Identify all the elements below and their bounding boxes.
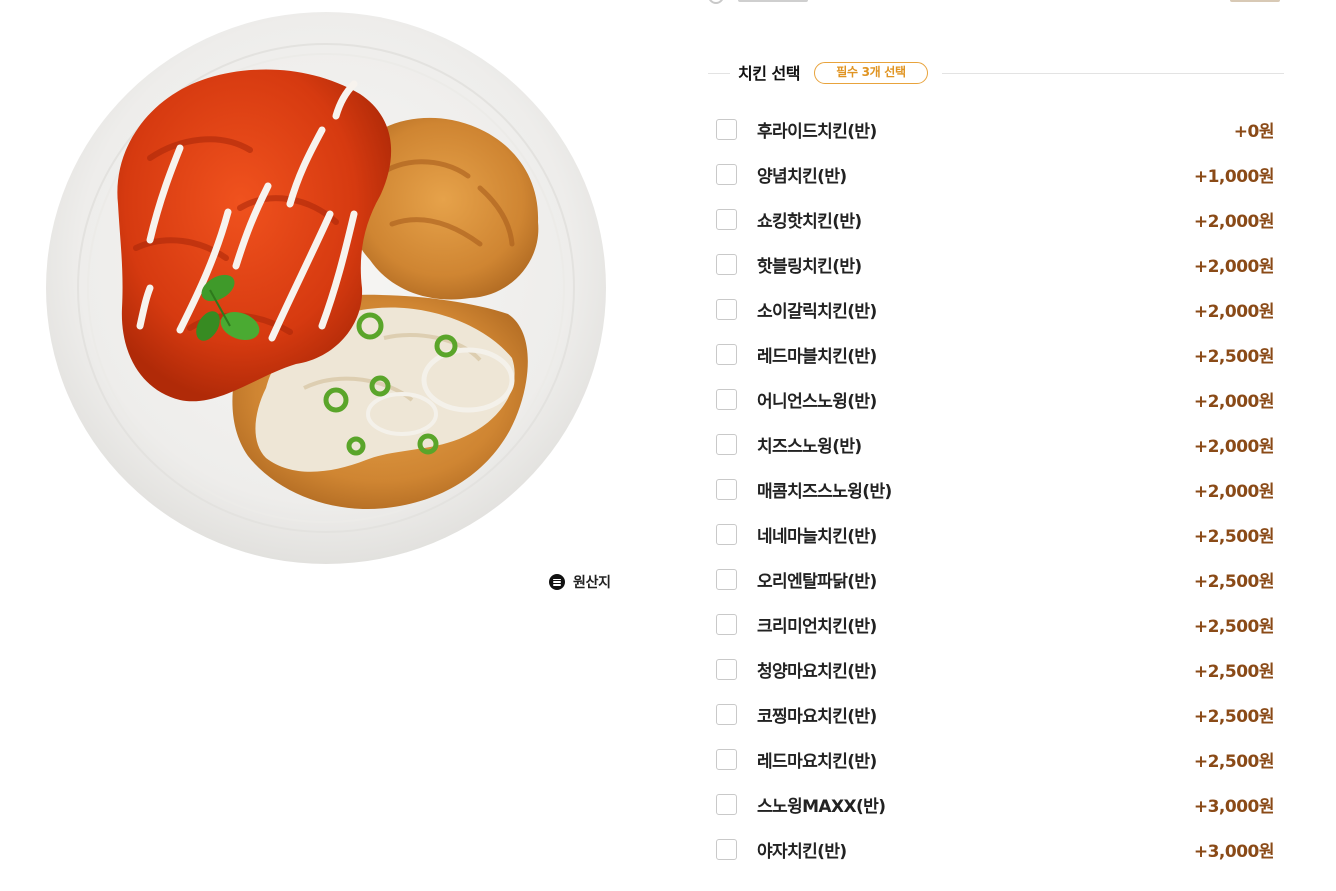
option-name: 핫블링치킨(반) [757,257,862,277]
option-name: 네네마늘치킨(반) [757,527,877,547]
menu-list-icon [549,574,565,590]
option-row[interactable]: 코찡마요치킨(반) +2,500원 [716,692,1275,737]
option-price: +2,500원 [1193,347,1275,367]
option-checkbox[interactable] [716,344,737,365]
option-name: 야자치킨(반) [757,842,847,862]
option-price: +3,000원 [1193,842,1275,862]
option-row[interactable]: 양념치킨(반) +1,000원 [716,152,1275,197]
radio-icon [708,0,724,4]
divider [708,73,730,74]
previous-option-row-partial [708,0,1284,4]
option-checkbox[interactable] [716,389,737,410]
option-checkbox[interactable] [716,119,737,140]
option-checkbox[interactable] [716,479,737,500]
option-name: 코찡마요치킨(반) [757,707,877,727]
option-checkbox[interactable] [716,659,737,680]
option-row[interactable]: 핫블링치킨(반) +2,000원 [716,242,1275,287]
section-title: 치킨 선택 [738,64,800,83]
required-badge: 필수 3개 선택 [814,62,928,84]
option-price: +2,500원 [1193,707,1275,727]
option-row[interactable]: 스노윙MAXX(반) +3,000원 [716,782,1275,827]
option-price-partial [1230,0,1280,2]
option-price: +2,500원 [1193,572,1275,592]
option-row[interactable]: 오리엔탈파닭(반) +2,500원 [716,557,1275,602]
option-row[interactable]: 쇼킹핫치킨(반) +2,000원 [716,197,1275,242]
option-section-header: 치킨 선택 필수 3개 선택 [708,62,1284,86]
option-checkbox[interactable] [716,524,737,545]
option-row[interactable]: 야자치킨(반) +3,000원 [716,827,1275,872]
option-price: +2,000원 [1193,257,1275,277]
option-row[interactable]: 치즈스노윙(반) +2,000원 [716,422,1275,467]
option-checkbox[interactable] [716,254,737,275]
divider [942,73,1284,74]
option-row[interactable]: 소이갈릭치킨(반) +2,000원 [716,287,1275,332]
option-row[interactable]: 매콤치즈스노윙(반) +2,000원 [716,467,1275,512]
option-name: 치즈스노윙(반) [757,437,862,457]
option-name: 오리엔탈파닭(반) [757,572,877,592]
option-row[interactable]: 후라이드치킨(반) +0원 [716,107,1275,152]
option-price: +2,500원 [1193,662,1275,682]
option-name: 쇼킹핫치킨(반) [757,212,862,232]
option-name: 소이갈릭치킨(반) [757,302,877,322]
origin-label: 원산지 [573,575,611,591]
option-price: +2,000원 [1193,437,1275,457]
option-checkbox[interactable] [716,749,737,770]
option-checkbox[interactable] [716,434,737,455]
option-name: 레드마블치킨(반) [757,347,877,367]
option-name: 레드마요치킨(반) [757,752,877,772]
option-price: +2,000원 [1193,392,1275,412]
option-checkbox[interactable] [716,614,737,635]
option-row[interactable]: 네네마늘치킨(반) +2,500원 [716,512,1275,557]
option-price: +2,500원 [1193,752,1275,772]
option-price: +2,000원 [1193,212,1275,232]
origin-info-link[interactable]: 원산지 [549,572,611,592]
option-price: +0원 [1233,122,1275,142]
product-image [46,12,606,564]
option-row[interactable]: 레드마블치킨(반) +2,500원 [716,332,1275,377]
option-price: +2,000원 [1193,302,1275,322]
option-checkbox[interactable] [716,569,737,590]
option-row[interactable]: 레드마요치킨(반) +2,500원 [716,737,1275,782]
option-checkbox[interactable] [716,794,737,815]
option-name: 청양마요치킨(반) [757,662,877,682]
option-checkbox[interactable] [716,839,737,860]
option-price: +1,000원 [1193,167,1275,187]
chicken-option-list: 후라이드치킨(반) +0원양념치킨(반) +1,000원쇼킹핫치킨(반) +2,000… [716,107,1275,872]
option-row[interactable]: 청양마요치킨(반) +2,500원 [716,647,1275,692]
option-price: +2,000원 [1193,482,1275,502]
option-row[interactable]: 어니언스노윙(반) +2,000원 [716,377,1275,422]
option-price: +3,000원 [1193,797,1275,817]
option-name: 후라이드치킨(반) [757,122,877,142]
option-checkbox[interactable] [716,704,737,725]
option-checkbox[interactable] [716,164,737,185]
option-name: 크리미언치킨(반) [757,617,877,637]
option-row[interactable]: 크리미언치킨(반) +2,500원 [716,602,1275,647]
option-label-partial [738,0,808,2]
option-name: 스노윙MAXX(반) [757,797,886,817]
option-checkbox[interactable] [716,299,737,320]
option-price: +2,500원 [1193,617,1275,637]
option-checkbox[interactable] [716,209,737,230]
option-price: +2,500원 [1193,527,1275,547]
option-name: 매콤치즈스노윙(반) [757,482,892,502]
option-name: 양념치킨(반) [757,167,847,187]
option-name: 어니언스노윙(반) [757,392,877,412]
